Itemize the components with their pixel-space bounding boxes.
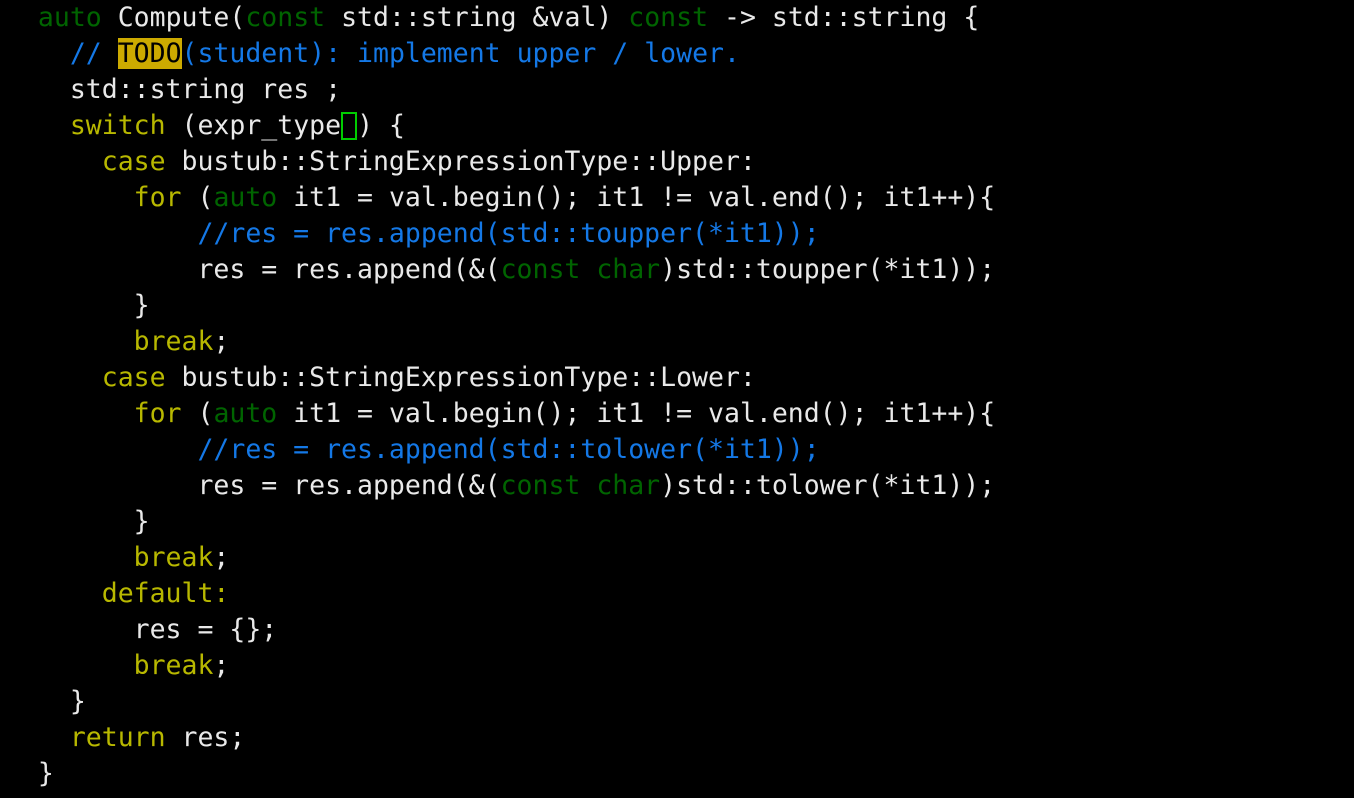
code-token-plain: }	[133, 290, 150, 321]
todo-highlight: TODO	[117, 38, 182, 69]
text-cursor	[341, 112, 358, 140]
code-token-plain: res = res.append(&(	[197, 470, 501, 501]
code-line[interactable]: case bustub::StringExpressionType::Upper…	[0, 144, 1354, 180]
code-token-keyword: for	[133, 182, 182, 213]
code-token-comment: (student): implement upper / lower.	[181, 38, 740, 69]
code-token-plain: res = res.append(&(	[197, 254, 501, 285]
code-editor-pane[interactable]: auto Compute(const std::string &val) con…	[0, 0, 1354, 798]
code-token-plain: (	[181, 182, 214, 213]
code-token-plain: ;	[213, 650, 230, 681]
code-token-plain: bustub::StringExpressionType::Upper:	[165, 146, 756, 177]
code-token-keyword: return	[69, 722, 166, 753]
code-token-plain: ;	[213, 326, 230, 357]
code-token-type: auto	[213, 182, 278, 213]
code-token-plain: it1 = val.begin(); it1 != val.end(); it1…	[277, 398, 996, 429]
code-token-plain: )std::toupper(*it1));	[660, 254, 996, 285]
code-line[interactable]: for (auto it1 = val.begin(); it1 != val.…	[0, 180, 1354, 216]
code-token-type: const char	[500, 254, 661, 285]
code-token-plain: -> std::string {	[708, 2, 980, 33]
code-line[interactable]: default:	[0, 576, 1354, 612]
code-line[interactable]: }	[0, 288, 1354, 324]
code-text-area[interactable]: auto Compute(const std::string &val) con…	[0, 0, 1354, 792]
code-token-type: auto	[37, 2, 102, 33]
code-line[interactable]: switch (expr_type ) {	[0, 108, 1354, 144]
code-token-keyword: break	[133, 326, 214, 357]
code-token-keyword: break	[133, 650, 214, 681]
code-token-plain: it1 = val.begin(); it1 != val.end(); it1…	[277, 182, 996, 213]
code-line[interactable]: break;	[0, 324, 1354, 360]
code-token-keyword: case	[101, 146, 166, 177]
code-token-keyword: for	[133, 398, 182, 429]
code-token-plain: }	[37, 758, 54, 789]
code-token-type: const	[628, 2, 709, 33]
code-line[interactable]: // TODO(student): implement upper / lowe…	[0, 36, 1354, 72]
code-token-plain: Compute(	[101, 2, 246, 33]
code-token-plain: ;	[213, 542, 230, 573]
code-token-type: const	[245, 2, 326, 33]
code-line[interactable]: //res = res.append(std::tolower(*it1));	[0, 432, 1354, 468]
code-token-plain: res;	[165, 722, 246, 753]
code-line[interactable]: for (auto it1 = val.begin(); it1 != val.…	[0, 396, 1354, 432]
code-token-keyword: switch	[69, 110, 166, 141]
code-line[interactable]: res = res.append(&(const char)std::tolow…	[0, 468, 1354, 504]
code-token-plain: (expr_type	[165, 110, 342, 141]
code-token-comment: //res = res.append(std::toupper(*it1));	[197, 218, 820, 249]
code-token-plain: bustub::StringExpressionType::Lower:	[165, 362, 756, 393]
code-token-plain: (	[181, 398, 214, 429]
code-token-plain: }	[133, 506, 150, 537]
code-token-keyword: default:	[101, 578, 230, 609]
code-token-comment: //	[69, 38, 118, 69]
code-token-type: const char	[500, 470, 661, 501]
code-token-plain: std::string res ;	[69, 74, 342, 105]
code-line[interactable]: res = {};	[0, 612, 1354, 648]
code-line[interactable]: break;	[0, 648, 1354, 684]
code-token-plain: )std::tolower(*it1));	[660, 470, 996, 501]
code-line[interactable]: case bustub::StringExpressionType::Lower…	[0, 360, 1354, 396]
code-line[interactable]: }	[0, 504, 1354, 540]
code-token-comment: //res = res.append(std::tolower(*it1));	[197, 434, 820, 465]
code-token-plain: std::string &val)	[325, 2, 629, 33]
code-token-type: auto	[213, 398, 278, 429]
code-token-keyword: break	[133, 542, 214, 573]
code-line[interactable]: //res = res.append(std::toupper(*it1));	[0, 216, 1354, 252]
code-line[interactable]: return res;	[0, 720, 1354, 756]
code-token-plain: ) {	[357, 110, 405, 141]
code-line[interactable]: }	[0, 684, 1354, 720]
code-line[interactable]: res = res.append(&(const char)std::toupp…	[0, 252, 1354, 288]
code-token-keyword: case	[101, 362, 166, 393]
code-line[interactable]: break;	[0, 540, 1354, 576]
code-line[interactable]: std::string res ;	[0, 72, 1354, 108]
code-line[interactable]: }	[0, 756, 1354, 792]
code-token-plain: }	[69, 686, 86, 717]
code-token-plain: res = {};	[133, 614, 278, 645]
code-line[interactable]: auto Compute(const std::string &val) con…	[0, 0, 1354, 36]
